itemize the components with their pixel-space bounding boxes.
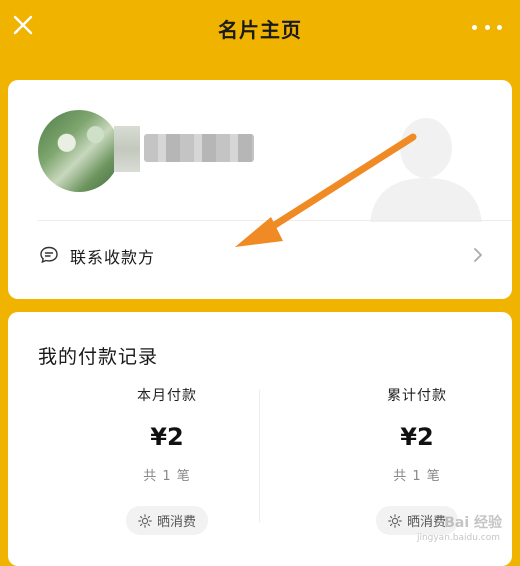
month-payment-amount: ¥2 [150, 423, 184, 451]
total-payment-label: 累计付款 [387, 388, 447, 404]
watermark-url: jingyan.baidu.com [416, 533, 500, 543]
avatar[interactable] [38, 110, 120, 192]
more-dot [472, 24, 477, 30]
sun-icon [138, 513, 152, 528]
contact-payee-row[interactable]: 联系收款方 [8, 221, 512, 299]
vertical-divider [259, 390, 260, 522]
share-consumption-label: 晒消费 [156, 515, 196, 530]
payment-records-card: 我的付款记录 本月付款 ¥2 共 1 笔 晒消费 累计付款 ¥2 共 1 笔 晒… [8, 312, 512, 566]
total-payment-count: 共 1 笔 [393, 469, 441, 484]
payment-records-title: 我的付款记录 [38, 346, 159, 368]
more-icon[interactable] [472, 20, 502, 34]
sun-icon [388, 513, 402, 528]
page-title: 名片主页 [218, 18, 302, 42]
profile-card: 联系收款方 [8, 80, 512, 299]
total-payment-amount: ¥2 [400, 423, 434, 451]
contact-payee-label: 联系收款方 [70, 248, 156, 267]
top-bar: 名片主页 [0, 0, 520, 58]
blurred-name [144, 134, 254, 162]
blurred-region [114, 126, 140, 172]
share-consumption-label: 晒消费 [406, 515, 446, 530]
share-consumption-button[interactable]: 晒消费 [125, 506, 208, 535]
more-dot [484, 24, 490, 30]
month-payment-stat: 本月付款 ¥2 共 1 笔 晒消费 [87, 385, 247, 535]
watermark: Bai 经验 [444, 515, 502, 531]
more-dot [497, 24, 502, 30]
chevron-right-icon [474, 248, 482, 262]
month-payment-count: 共 1 笔 [143, 469, 191, 484]
person-silhouette-icon [370, 118, 482, 222]
chat-bubble-icon [40, 246, 58, 264]
month-payment-label: 本月付款 [137, 388, 197, 404]
